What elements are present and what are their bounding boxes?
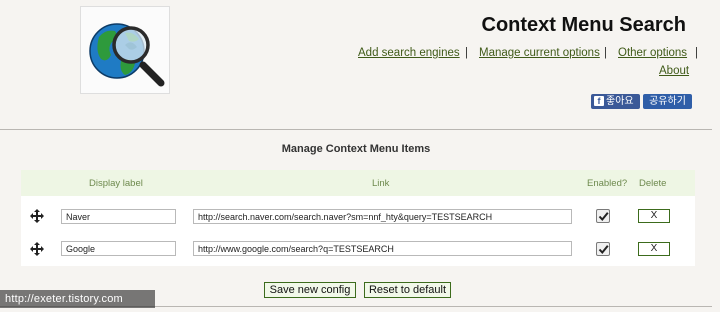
app-title: Context Menu Search [481, 14, 686, 36]
facebook-icon: f [594, 96, 604, 106]
move-handle-icon[interactable] [29, 241, 45, 257]
save-config-button[interactable]: Save new config [264, 282, 356, 298]
app-logo [80, 6, 170, 94]
enabled-checkbox[interactable] [596, 242, 610, 256]
nav-other-options[interactable]: Other options [618, 47, 687, 59]
link-input[interactable] [193, 209, 572, 224]
display-label-input[interactable] [61, 241, 176, 256]
nav-separator: | [465, 47, 468, 59]
globe-magnifier-icon [89, 23, 165, 87]
reset-default-button[interactable]: Reset to default [364, 282, 451, 298]
facebook-like-button[interactable]: f 좋아요 [591, 94, 640, 109]
delete-button[interactable]: X [638, 209, 670, 223]
link-input[interactable] [193, 241, 572, 256]
share-button[interactable]: 공유하기 [643, 94, 692, 109]
nav-manage-current-options[interactable]: Manage current options [479, 47, 600, 59]
display-label-input[interactable] [61, 209, 176, 224]
facebook-like-label: 좋아요 [606, 96, 634, 107]
enabled-checkbox[interactable] [596, 209, 610, 223]
context-menu-table: Display label Link Enabled? Delete X X [21, 170, 695, 266]
delete-button[interactable]: X [638, 242, 670, 256]
checkmark-icon [598, 212, 609, 222]
move-handle-icon[interactable] [29, 208, 45, 224]
nav-separator: | [695, 47, 698, 59]
watermark: http://exeter.tistory.com [0, 290, 155, 308]
nav-add-search-engines[interactable]: Add search engines [358, 47, 460, 59]
checkmark-icon [598, 245, 609, 255]
header-divider [0, 129, 712, 130]
column-header-display-label: Display label [89, 178, 143, 189]
section-title: Manage Context Menu Items [281, 143, 431, 155]
column-header-enabled: Enabled? [587, 178, 628, 189]
nav-about[interactable]: About [659, 65, 689, 77]
nav-separator: | [604, 47, 607, 59]
column-header-delete: Delete [639, 178, 667, 189]
share-label: 공유하기 [649, 96, 686, 107]
column-header-link: Link [372, 178, 390, 189]
table-header: Display label Link Enabled? Delete [21, 170, 695, 196]
